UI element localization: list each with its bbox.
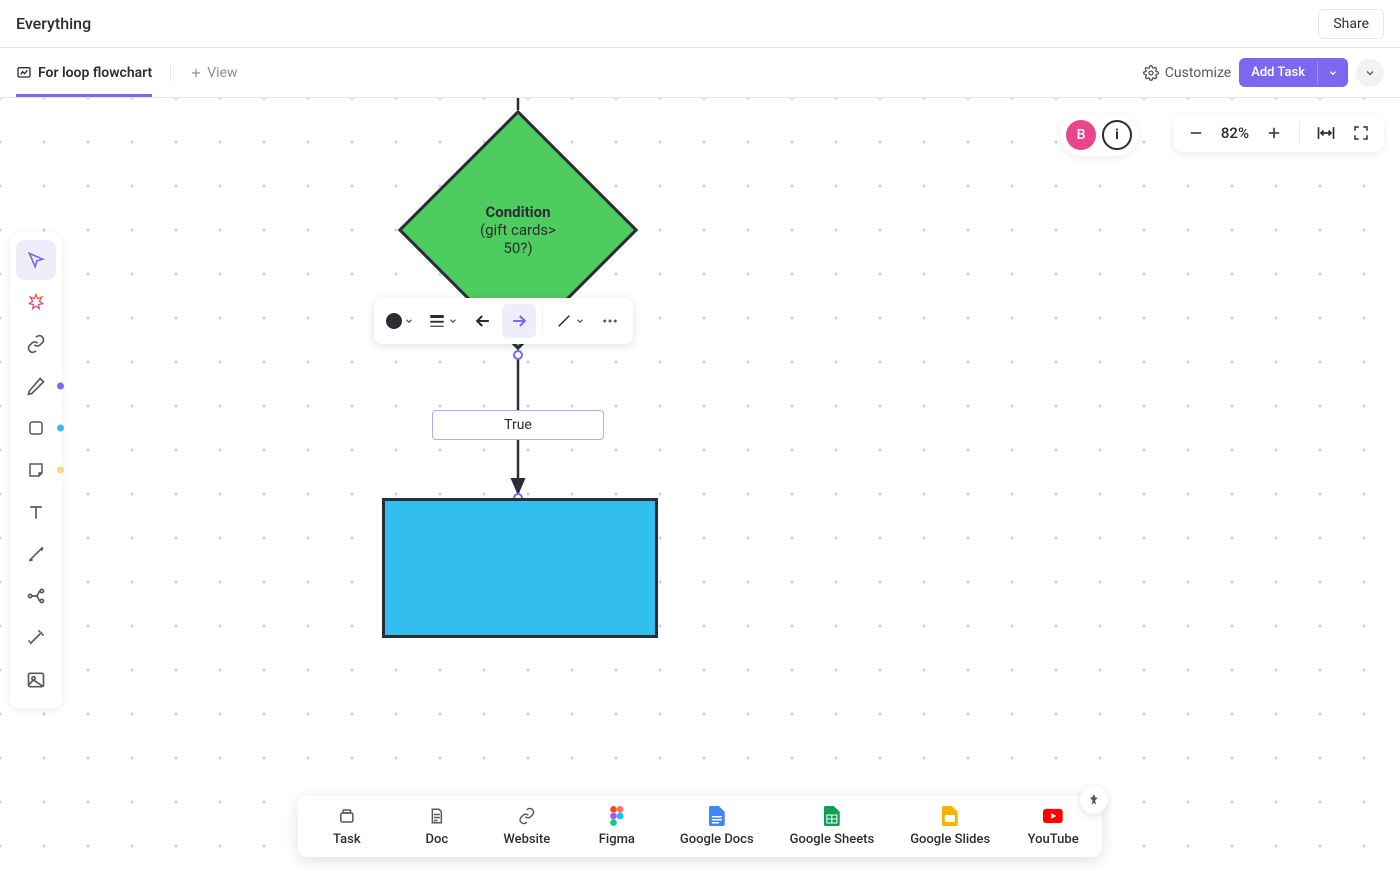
color-indicator xyxy=(57,383,64,390)
avatar[interactable]: B xyxy=(1066,120,1096,150)
add-task-button[interactable]: Add Task xyxy=(1239,58,1317,87)
tab-label: For loop flowchart xyxy=(38,65,152,81)
tool-palette xyxy=(10,232,62,708)
youtube-icon xyxy=(1043,806,1063,826)
connector-tool[interactable] xyxy=(16,534,56,574)
sticky-tool[interactable] xyxy=(16,450,56,490)
divider xyxy=(1299,122,1300,144)
share-button[interactable]: Share xyxy=(1318,9,1384,39)
fill-color-picker[interactable] xyxy=(380,304,420,338)
divider xyxy=(542,308,543,334)
edge-label-input[interactable]: True xyxy=(432,410,604,440)
chevron-down-icon xyxy=(448,316,458,326)
line-type-picker[interactable] xyxy=(549,304,591,338)
fit-width-icon xyxy=(1316,123,1336,143)
sticky-icon xyxy=(27,461,45,479)
zoom-out-button[interactable] xyxy=(1187,124,1205,142)
dock-task[interactable]: Task xyxy=(320,806,374,847)
gdocs-icon xyxy=(707,806,727,826)
mindmap-tool[interactable] xyxy=(16,576,56,616)
dock-gsheets[interactable]: Google Sheets xyxy=(790,806,875,847)
color-swatch-icon xyxy=(386,313,402,329)
chevron-down-icon xyxy=(575,316,585,326)
connector-icon xyxy=(26,544,46,564)
whiteboard-icon xyxy=(16,65,32,81)
sparkle-icon xyxy=(26,628,46,648)
pin-icon xyxy=(1087,793,1101,807)
add-task-group: Add Task xyxy=(1239,58,1348,87)
process-node[interactable] xyxy=(382,498,658,638)
link-icon xyxy=(517,806,537,826)
effects-tool[interactable] xyxy=(16,618,56,658)
chevron-down-icon xyxy=(1328,68,1338,78)
figma-icon xyxy=(607,806,627,826)
lines-icon xyxy=(428,314,446,328)
arrow-start-button[interactable] xyxy=(466,304,500,338)
dock-gslides[interactable]: Google Slides xyxy=(910,806,990,847)
doc-icon xyxy=(427,806,447,826)
add-view-button[interactable]: View xyxy=(189,65,237,81)
edges-layer xyxy=(0,98,1400,871)
more-options-button[interactable] xyxy=(1356,59,1384,87)
selection-toolbar xyxy=(374,298,633,344)
zoom-in-button[interactable] xyxy=(1265,124,1283,142)
color-indicator xyxy=(57,425,64,432)
plus-icon xyxy=(189,66,203,80)
more-button[interactable] xyxy=(593,304,627,338)
insert-dock: Task Doc Website Figma Google Docs Googl… xyxy=(298,796,1102,857)
zoom-controls: 82% xyxy=(1173,114,1384,152)
slash-icon xyxy=(555,312,573,330)
ai-tool[interactable] xyxy=(16,282,56,322)
select-tool[interactable] xyxy=(16,240,56,280)
customize-button[interactable]: Customize xyxy=(1143,65,1231,81)
gear-icon xyxy=(1143,65,1159,81)
arrow-end-button[interactable] xyxy=(502,304,536,338)
add-task-dropdown[interactable] xyxy=(1317,61,1348,85)
shape-tool[interactable] xyxy=(16,408,56,448)
arrow-right-icon xyxy=(509,311,529,331)
gsheets-icon xyxy=(822,806,842,826)
tab-whiteboard[interactable]: For loop flowchart xyxy=(16,48,152,97)
dots-icon xyxy=(601,312,619,330)
workspace-title[interactable]: Everything xyxy=(16,14,91,33)
dock-gdocs[interactable]: Google Docs xyxy=(680,806,754,847)
zoom-percent[interactable]: 82% xyxy=(1221,124,1249,142)
pin-button[interactable] xyxy=(1080,786,1108,814)
branch-icon xyxy=(26,586,46,606)
text-tool[interactable] xyxy=(16,492,56,532)
image-tool[interactable] xyxy=(16,660,56,700)
plus-icon xyxy=(1265,124,1283,142)
header: Everything Share xyxy=(0,0,1400,48)
chevron-down-icon xyxy=(1364,67,1376,79)
pen-icon xyxy=(26,376,46,396)
dock-youtube[interactable]: YouTube xyxy=(1026,806,1080,847)
tab-bar: For loop flowchart View Customize Add Ta… xyxy=(0,48,1400,98)
link-tool[interactable] xyxy=(16,324,56,364)
expand-icon xyxy=(1352,124,1370,142)
square-icon xyxy=(27,419,45,437)
minus-icon xyxy=(1187,124,1205,142)
chevron-down-icon xyxy=(404,316,414,326)
info-icon[interactable]: i xyxy=(1102,120,1132,150)
text-icon xyxy=(26,502,46,522)
task-icon xyxy=(337,806,357,826)
image-icon xyxy=(26,670,46,690)
arrow-left-icon xyxy=(473,311,493,331)
fit-width-button[interactable] xyxy=(1316,123,1336,143)
tab-divider xyxy=(170,64,171,82)
ai-icon xyxy=(26,292,46,312)
fullscreen-button[interactable] xyxy=(1352,124,1370,142)
pen-tool[interactable] xyxy=(16,366,56,406)
gslides-icon xyxy=(940,806,960,826)
whiteboard-canvas[interactable]: B i 82% xyxy=(0,98,1400,871)
link-icon xyxy=(26,334,46,354)
collaborators-control: B i xyxy=(1060,114,1138,156)
line-style-picker[interactable] xyxy=(422,304,464,338)
dock-website[interactable]: Website xyxy=(500,806,554,847)
dock-figma[interactable]: Figma xyxy=(590,806,644,847)
cursor-icon xyxy=(26,250,46,270)
color-indicator xyxy=(57,467,64,474)
dock-doc[interactable]: Doc xyxy=(410,806,464,847)
connector-handle-start[interactable] xyxy=(513,350,523,360)
